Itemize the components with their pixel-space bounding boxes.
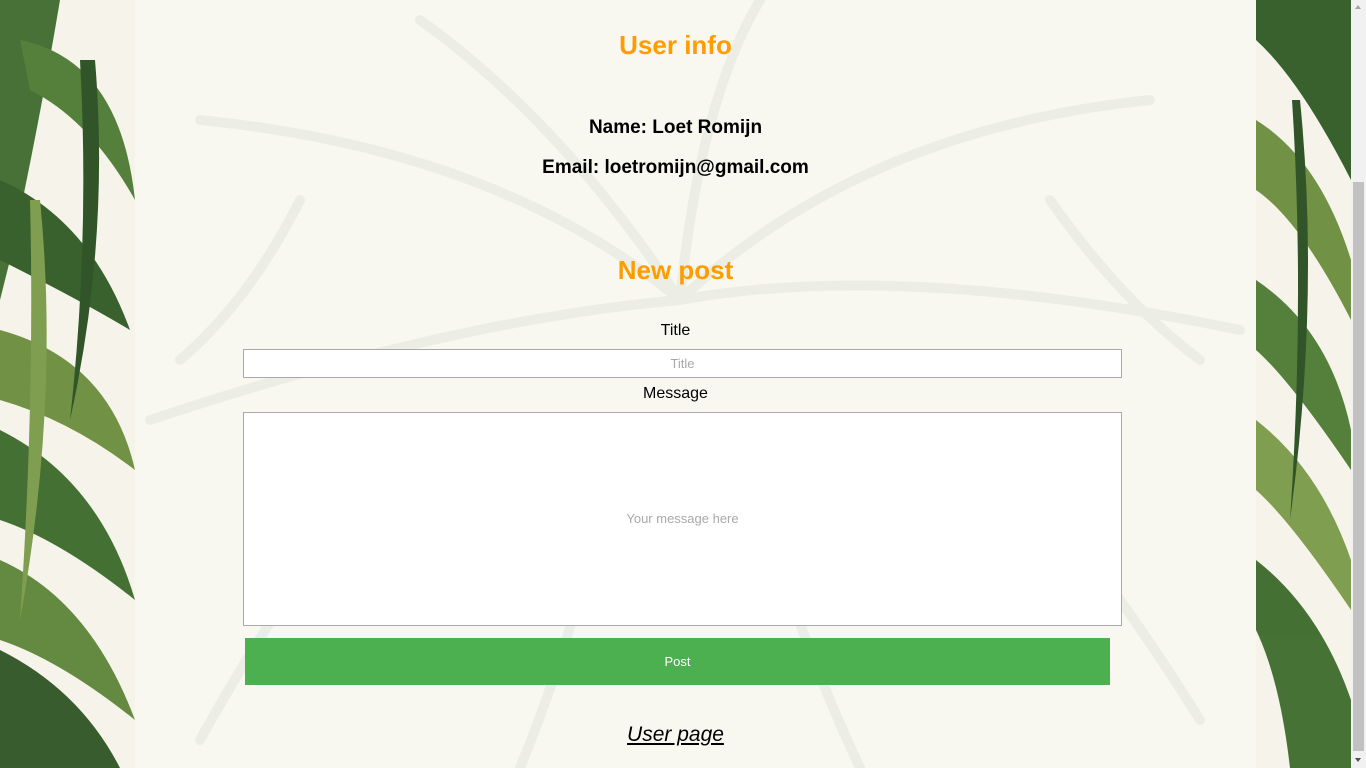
title-input[interactable] — [243, 349, 1122, 378]
scroll-down-arrow-icon[interactable] — [1351, 753, 1366, 768]
new-post-heading: New post — [617, 255, 734, 285]
user-info-heading: User info — [619, 30, 732, 60]
user-page-link[interactable]: User page — [135, 723, 1216, 747]
message-label: Message — [643, 385, 708, 402]
user-name: Name: Loet Romijn — [588, 117, 763, 138]
user-email: Email: loetromijn@gmail.com — [542, 157, 809, 178]
message-input[interactable] — [243, 412, 1122, 626]
main-content: User info Name: Loet Romijn Email: loetr… — [135, 0, 1216, 768]
scroll-thumb[interactable] — [1353, 182, 1364, 751]
scroll-up-arrow-icon[interactable] — [1351, 0, 1366, 15]
vertical-scrollbar[interactable] — [1351, 0, 1366, 768]
post-button[interactable]: Post — [245, 638, 1110, 685]
title-label: Title — [660, 322, 691, 339]
